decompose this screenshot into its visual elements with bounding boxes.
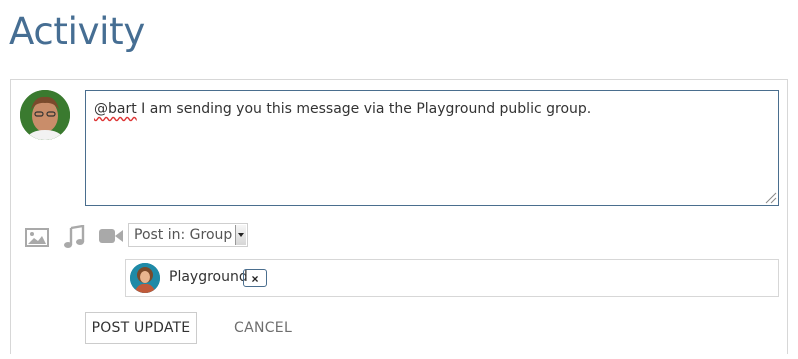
message-textarea[interactable]: @bart I am sending you this message via … <box>85 90 779 206</box>
image-icon[interactable] <box>25 228 49 247</box>
message-text: I am sending you this message via the Pl… <box>136 101 592 117</box>
resize-grip-icon[interactable] <box>763 190 777 204</box>
chevron-down-icon <box>235 225 246 245</box>
post-update-button[interactable]: POST UPDATE <box>85 312 197 344</box>
group-avatar <box>130 263 160 293</box>
video-icon[interactable] <box>98 227 124 245</box>
post-in-select[interactable]: Post in: Group <box>128 223 248 247</box>
remove-group-button[interactable]: × <box>243 269 267 287</box>
group-name: Playground <box>169 269 248 285</box>
cancel-button[interactable]: CANCEL <box>234 320 292 336</box>
page-title: Activity <box>9 10 145 53</box>
user-avatar <box>20 90 70 140</box>
post-in-value: Post in: Group <box>134 227 233 243</box>
message-mention: @bart <box>94 101 137 117</box>
music-icon[interactable] <box>63 225 85 249</box>
group-selector[interactable]: Playground × <box>125 259 779 297</box>
